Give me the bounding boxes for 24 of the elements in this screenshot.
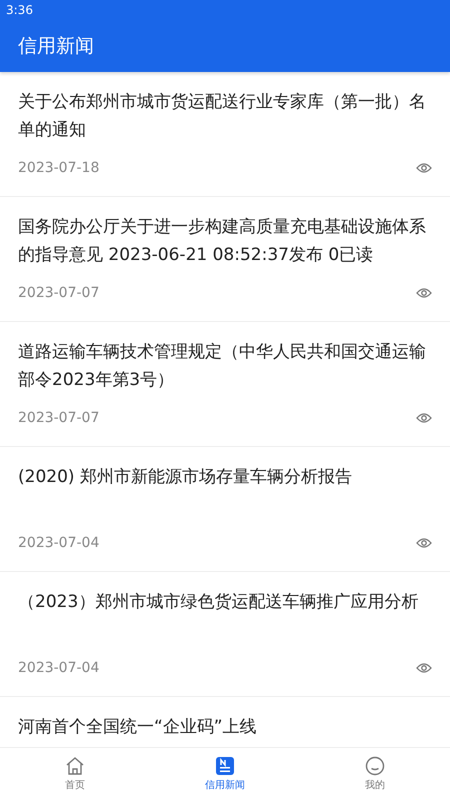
news-date: 2023-07-18 bbox=[18, 160, 100, 176]
news-title[interactable]: 河南首个全国统一“企业码”上线 bbox=[18, 697, 432, 747]
news-title[interactable]: (2020) 郑州市新能源市场存量车辆分析报告 bbox=[18, 447, 432, 519]
nav-tab[interactable]: 首页 bbox=[0, 748, 150, 800]
nav-tab[interactable]: 我的 bbox=[300, 748, 450, 800]
views-icon bbox=[416, 412, 432, 424]
views-icon bbox=[416, 287, 432, 299]
news-date: 2023-07-04 bbox=[18, 535, 100, 551]
nav-tab[interactable]: 信用新闻 bbox=[150, 748, 300, 800]
views-icon bbox=[416, 162, 432, 174]
status-time: 3:36 bbox=[5, 2, 33, 19]
news-title[interactable]: 关于公布郑州市城市货运配送行业专家库（第一批）名单的通知 bbox=[18, 72, 432, 144]
news-title[interactable]: （2023）郑州市城市绿色货运配送车辆推广应用分析 bbox=[18, 572, 432, 644]
app-title: 信用新闻 bbox=[18, 34, 94, 59]
news-icon bbox=[215, 756, 235, 776]
news-title[interactable]: 国务院办公厅关于进一步构建高质量充电基础设施体系的指导意见 2023-06-21 08:52:37发布 0已读 bbox=[18, 197, 432, 269]
profile-icon bbox=[365, 756, 385, 776]
views-icon bbox=[416, 537, 432, 549]
views-icon bbox=[416, 662, 432, 674]
news-date: 2023-07-07 bbox=[18, 410, 100, 426]
news-date: 2023-07-04 bbox=[18, 660, 100, 676]
home-icon bbox=[65, 756, 85, 776]
news-title[interactable]: 道路运输车辆技术管理规定（中华人民共和国交通运输部令2023年第3号） bbox=[18, 322, 432, 394]
news-date: 2023-07-07 bbox=[18, 285, 100, 301]
